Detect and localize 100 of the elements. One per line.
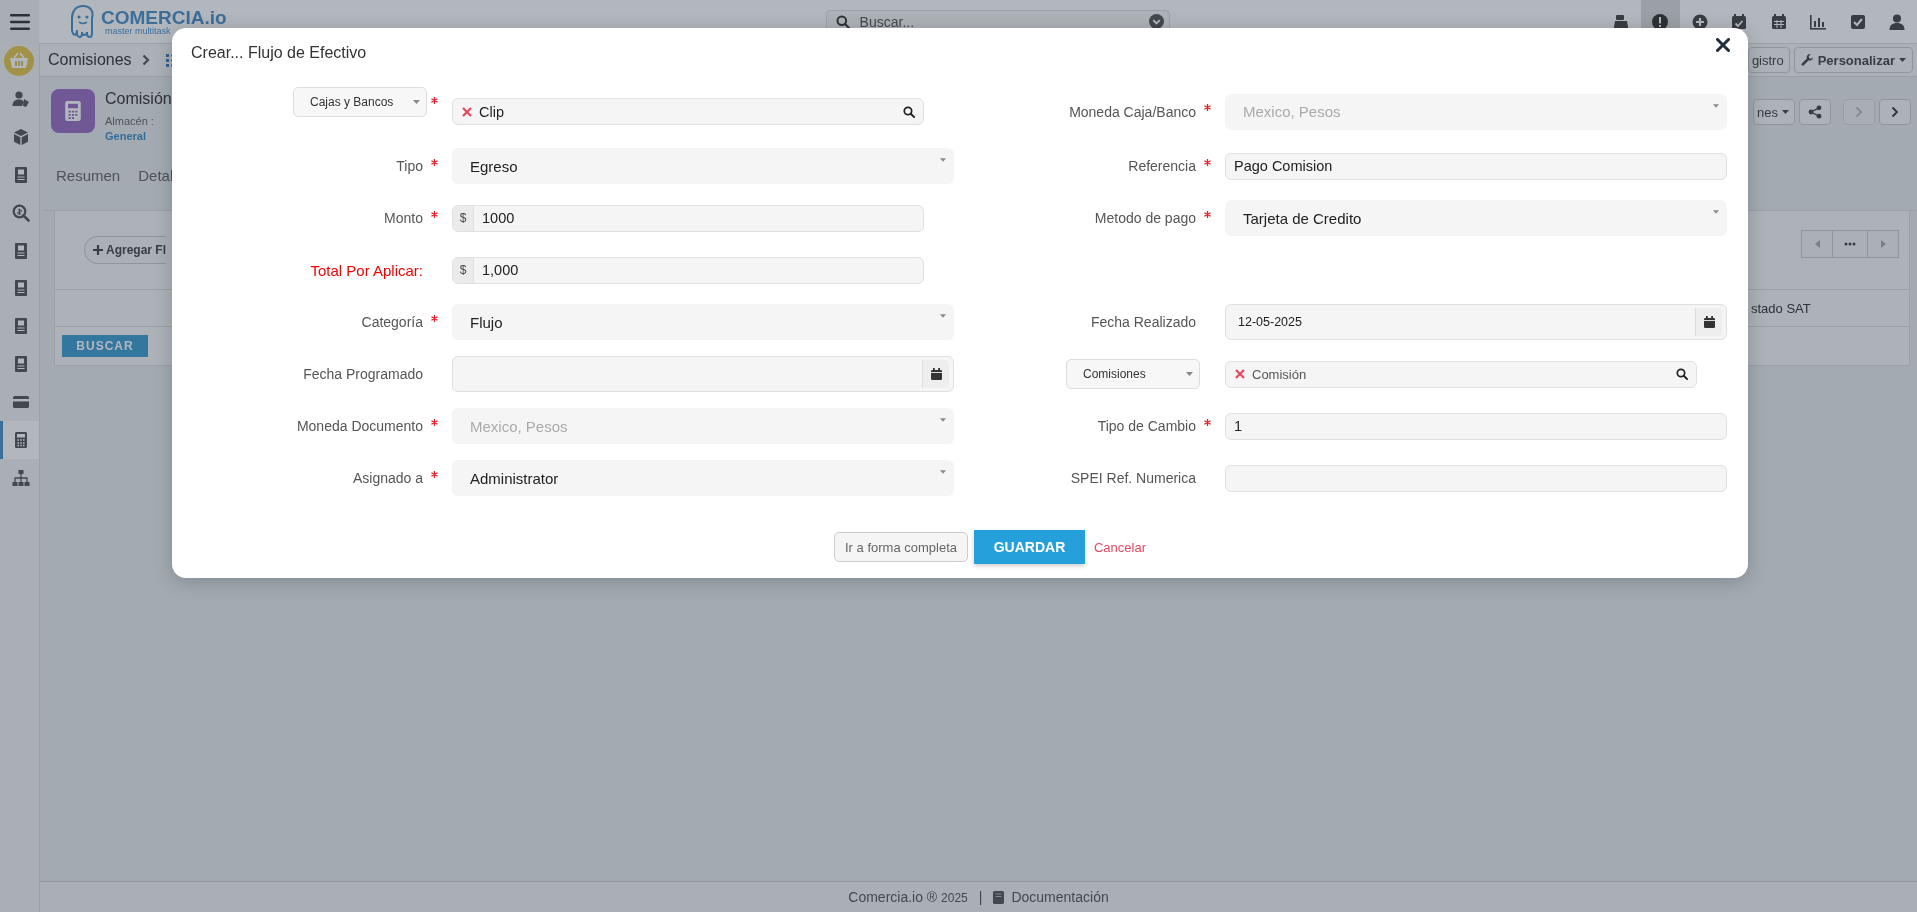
user-icon — [12, 89, 30, 108]
lookup-field[interactable]: Comisión — [1225, 360, 1697, 388]
add-button[interactable]: Agregar Fl — [84, 236, 166, 264]
caret-icon — [940, 470, 946, 474]
sitemap-icon — [12, 468, 30, 487]
select-field[interactable]: Tarjeta de Credito — [1225, 200, 1727, 236]
calculator-icon — [12, 430, 30, 449]
close-icon[interactable] — [1716, 37, 1730, 52]
chevron-right-icon — [1891, 106, 1899, 118]
warehouse-label: Almacén : — [105, 115, 155, 127]
chevron-down-icon[interactable] — [1148, 14, 1164, 29]
logo-tagline: master multitask — [104, 26, 172, 36]
modal-title: Crear... Flujo de Efectivo — [191, 43, 368, 62]
caret-icon — [940, 418, 946, 422]
plus-icon — [93, 245, 103, 255]
field-label: Tipo — [396, 158, 423, 174]
actions-dropdown[interactable]: nes — [1753, 99, 1795, 125]
search-icon[interactable] — [903, 105, 915, 118]
caret-icon — [1186, 372, 1193, 376]
field-label: Total Por Aplicar: — [310, 261, 423, 279]
customize-button[interactable]: Personalizar — [1793, 47, 1913, 73]
category-dropdown[interactable]: Cajas y Bancos — [293, 86, 427, 117]
menu-icon[interactable] — [9, 13, 30, 30]
caret-icon — [940, 158, 946, 162]
user-icon — [1888, 12, 1907, 31]
checkbox-icon — [1848, 12, 1867, 31]
document-icon — [12, 279, 30, 298]
field-label: Fecha Programado — [303, 366, 423, 382]
currency-prefix: $ — [453, 257, 474, 283]
field-label: Asignado a — [352, 470, 423, 486]
select-field[interactable]: Flujo — [452, 304, 954, 340]
lookup-field[interactable]: Clip — [452, 98, 924, 125]
record-title: Comisión — [105, 89, 172, 109]
date-field[interactable] — [452, 356, 954, 392]
caret-icon — [413, 99, 420, 104]
copyright-text: Comercia.io ® 2025 — [848, 889, 968, 905]
search-icon — [835, 14, 850, 29]
more-icon — [1844, 242, 1856, 246]
text-field[interactable]: 1 — [1225, 412, 1727, 440]
select-field[interactable]: Egreso — [452, 148, 954, 184]
book-icon — [993, 890, 1005, 904]
document-icon — [12, 355, 30, 374]
documentation-link[interactable]: Documentación — [1011, 889, 1109, 905]
currency-prefix: $ — [453, 205, 474, 231]
caret-icon — [1899, 58, 1906, 62]
document-icon — [12, 317, 30, 336]
box-icon — [12, 127, 30, 146]
caret-icon — [1713, 103, 1719, 108]
sidebar-item[interactable] — [0, 421, 39, 459]
amount-field[interactable]: $ 1000 — [452, 204, 924, 232]
column-header[interactable]: stado SAT — [1751, 300, 1855, 316]
category-dropdown[interactable]: Comisiones — [1066, 359, 1200, 389]
date-field[interactable]: 12-05-2025 — [1225, 304, 1727, 340]
document-icon — [12, 165, 30, 184]
chevron-right-icon — [141, 54, 150, 66]
caret-icon — [1713, 210, 1719, 214]
field-label: Moneda Caja/Banco — [1069, 103, 1196, 120]
calendar-icon — [1769, 12, 1788, 31]
share-button[interactable] — [1799, 99, 1831, 125]
caret-left-icon — [1814, 240, 1820, 248]
amount-field[interactable]: $ 1,000 — [452, 256, 924, 284]
calendar-button[interactable] — [1695, 308, 1722, 336]
field-label: SPEI Ref. Numerica — [1070, 470, 1196, 486]
caret-icon — [940, 314, 946, 318]
search-icon — [12, 203, 30, 222]
field-label: Tipo de Cambio — [1097, 418, 1196, 434]
warehouse-value: General — [105, 130, 147, 142]
field-label: Categoría — [361, 314, 423, 330]
calendar-button[interactable] — [922, 360, 949, 388]
full-form-button[interactable]: Ir a forma completa — [834, 532, 968, 562]
share-icon — [1808, 105, 1822, 119]
next-button[interactable] — [1879, 99, 1911, 125]
calculator-icon — [63, 99, 83, 123]
tab[interactable]: Detal — [138, 161, 174, 190]
bar-chart-icon — [1809, 12, 1828, 31]
field-label: Monto — [384, 210, 423, 226]
remove-icon[interactable] — [1235, 369, 1245, 379]
wrench-icon — [1800, 53, 1814, 67]
field-label: Moneda Documento — [296, 418, 423, 434]
caret-icon — [1782, 110, 1789, 114]
field-label: Fecha Realizado — [1090, 314, 1196, 330]
calendar-icon — [930, 368, 942, 380]
remove-icon[interactable] — [462, 106, 472, 117]
basket-icon — [9, 52, 29, 70]
cancel-link[interactable]: Cancelar — [1094, 539, 1146, 555]
select-field[interactable]: Administrator — [452, 460, 954, 496]
calendar-icon — [1703, 316, 1715, 328]
text-field[interactable] — [1225, 464, 1727, 492]
caret-right-icon — [1880, 240, 1886, 248]
text-field[interactable]: Pago Comision — [1225, 152, 1727, 180]
breadcrumb-link[interactable]: Comisiones — [48, 51, 132, 69]
separator: | — [978, 889, 983, 905]
cash-register-icon — [1611, 12, 1630, 31]
field-label: Metodo de pago — [1094, 210, 1196, 226]
tab[interactable]: Resumen — [56, 161, 121, 190]
field-label: Referencia — [1128, 158, 1196, 174]
register-button[interactable]: gistro — [1747, 47, 1790, 73]
logo-name: COMERCIA.io — [101, 7, 227, 27]
search-icon[interactable] — [1676, 368, 1688, 380]
document-icon — [12, 241, 30, 260]
